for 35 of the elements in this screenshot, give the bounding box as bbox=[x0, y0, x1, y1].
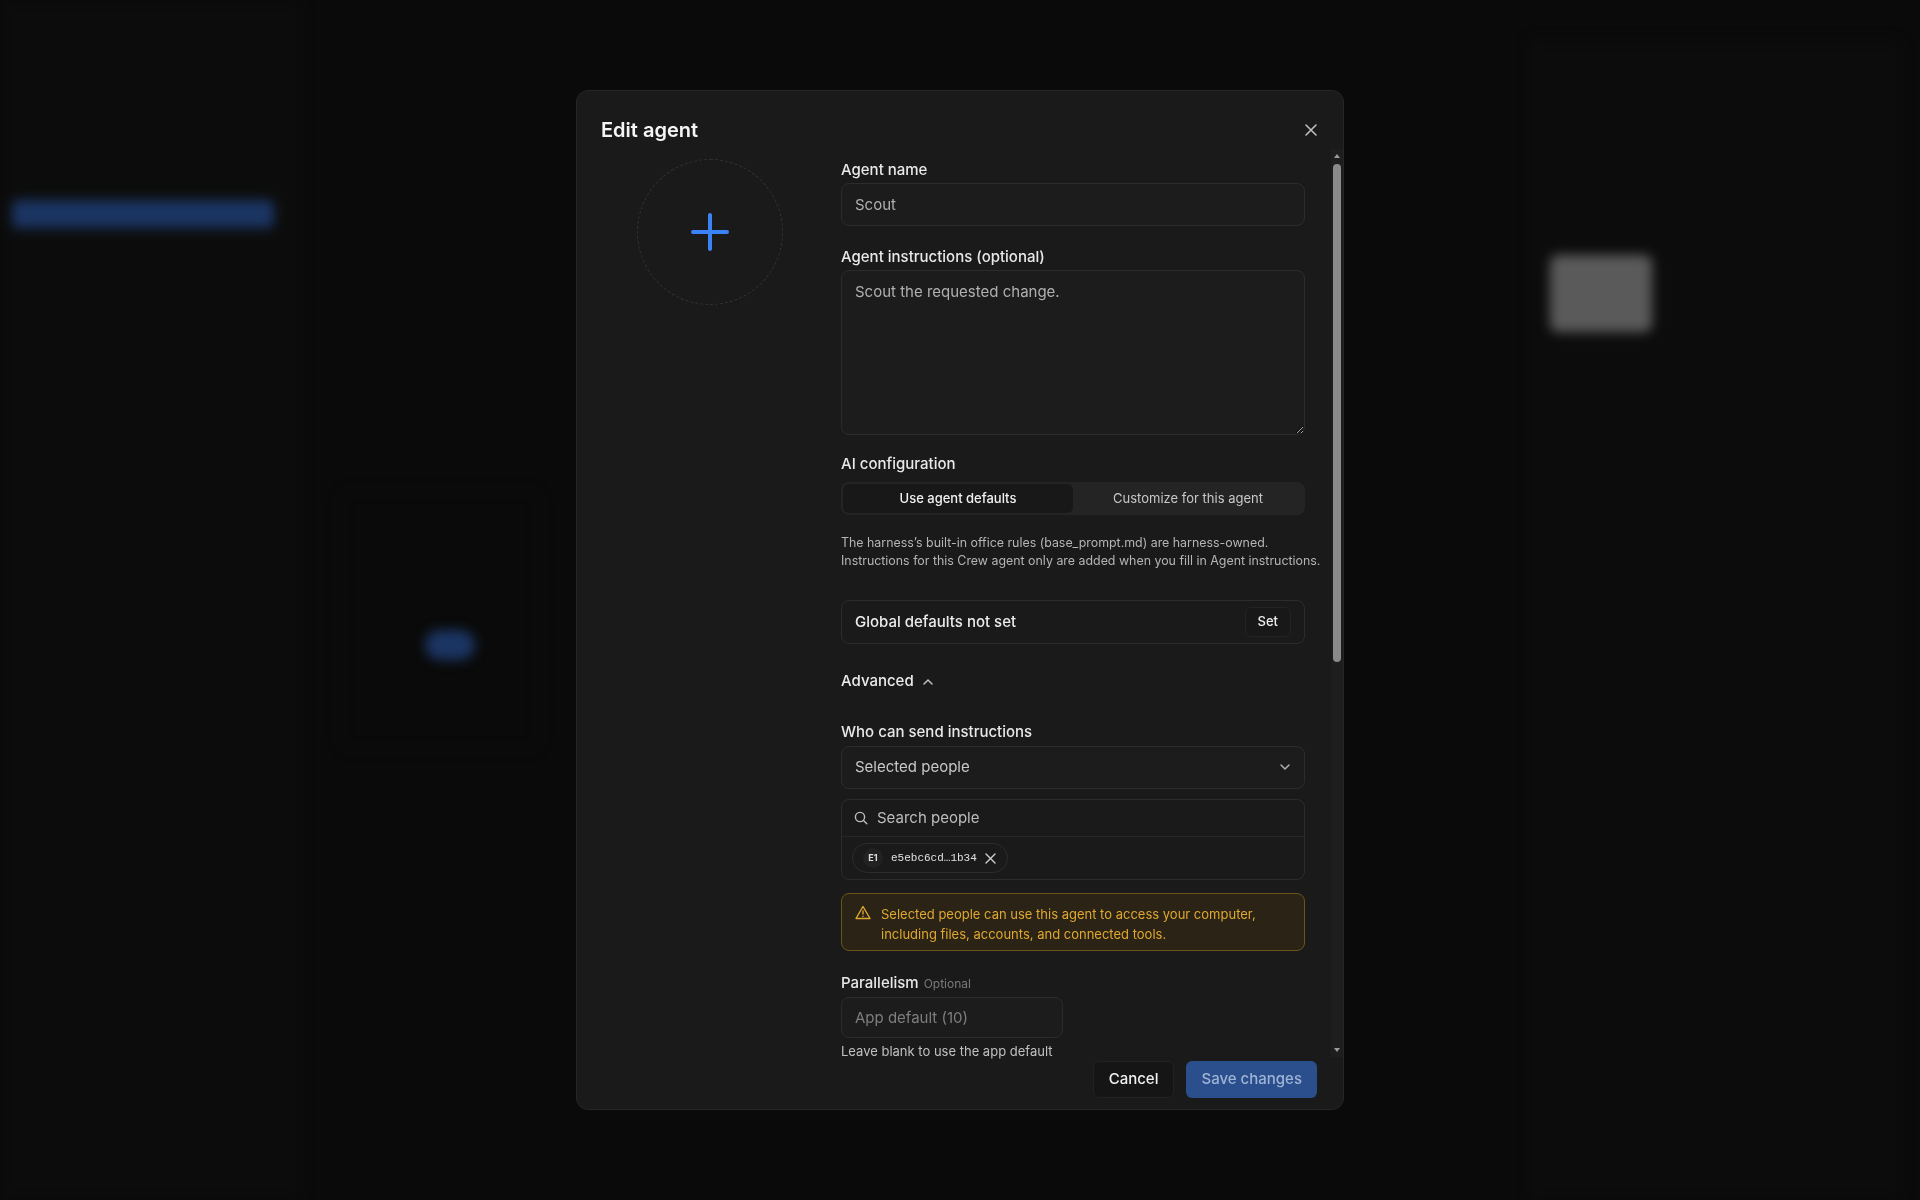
scrollbar[interactable] bbox=[1331, 149, 1343, 1057]
field-label: Agent name bbox=[841, 160, 929, 180]
search-field[interactable]: Search people bbox=[877, 806, 1292, 830]
scroll-down-arrow-icon[interactable] bbox=[1333, 1046, 1341, 1054]
dialog-title: Edit agent bbox=[601, 117, 699, 144]
hint-text: Leave blank to use the app default bbox=[841, 1043, 1054, 1059]
scroll-up-arrow-icon[interactable] bbox=[1333, 152, 1341, 160]
chevron-down-icon bbox=[1279, 763, 1291, 772]
warning-text: Selected people can use this agent to access your computer, including files, accounts, and connected tools. bbox=[881, 905, 1257, 945]
people-select[interactable]: Selected people bbox=[841, 745, 1305, 789]
avatar-initials: E1 bbox=[863, 848, 883, 869]
name-input[interactable]: Scout bbox=[841, 183, 1305, 227]
defaults-status-text: Global defaults not set bbox=[855, 610, 1017, 633]
search-icon bbox=[854, 810, 868, 825]
segment-tab[interactable]: Customize for this agent bbox=[1073, 483, 1303, 514]
field-label: Parallelism bbox=[841, 972, 919, 993]
save-button[interactable]: Save changes bbox=[1186, 1061, 1317, 1098]
agent-status-pill bbox=[425, 630, 475, 660]
field-label: Agent instructions (optional) bbox=[841, 247, 1046, 268]
instructions-textarea[interactable]: Scout the requested change. bbox=[841, 270, 1305, 435]
section-label: AI configuration bbox=[841, 453, 957, 474]
people-picker[interactable]: Search people E1 e5ebc6cd…1b34 bbox=[841, 798, 1305, 881]
optional-tag: Optional bbox=[923, 974, 971, 993]
remove-button[interactable] bbox=[984, 852, 997, 865]
warning-icon bbox=[855, 905, 871, 921]
segment-tab[interactable]: Use agent defaults bbox=[843, 483, 1073, 514]
set-button[interactable]: Set bbox=[1244, 606, 1291, 637]
advanced-toggle[interactable]: Advanced bbox=[841, 671, 934, 692]
chevron-up-icon bbox=[921, 677, 934, 686]
plus-icon bbox=[690, 212, 730, 252]
field-label: Who can send instructions bbox=[841, 721, 1034, 742]
cancel-button[interactable]: Cancel bbox=[1092, 1061, 1175, 1098]
parallelism-input[interactable]: App default (10) bbox=[841, 996, 1063, 1038]
segmented-control[interactable]: Use agent defaults Customize for this agent bbox=[841, 481, 1305, 516]
person-id-text: e5ebc6cd…1b34 bbox=[891, 850, 977, 866]
